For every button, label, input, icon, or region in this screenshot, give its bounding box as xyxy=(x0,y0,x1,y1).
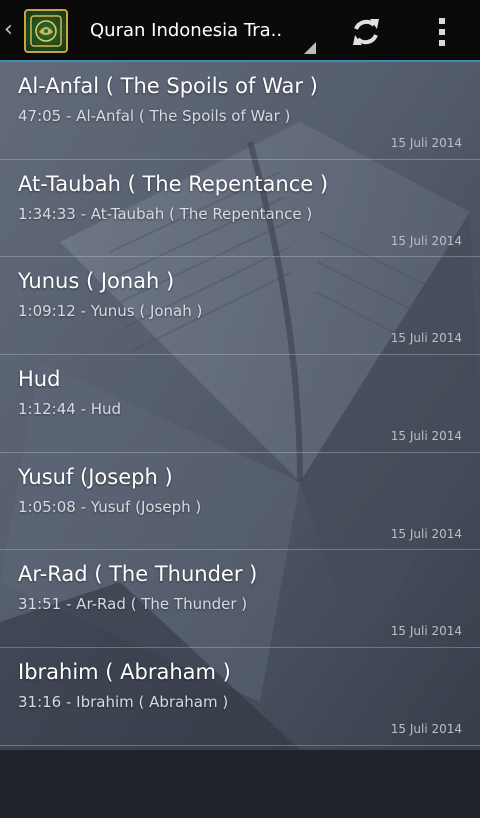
item-title: Ibrahim ( Abraham ) xyxy=(18,660,231,685)
list-item[interactable]: Yunus ( Jonah ) 1:09:12 - Yunus ( Jonah … xyxy=(0,257,480,356)
item-title: At-Taubah ( The Repentance ) xyxy=(18,171,329,196)
list-item[interactable]: Yusuf (Joseph ) 1:05:08 - Yusuf (Joseph … xyxy=(0,453,480,551)
refresh-icon xyxy=(353,19,379,45)
item-date: 15 Juli 2014 xyxy=(390,331,462,346)
spinner-triangle-icon xyxy=(304,42,316,54)
item-subtitle: 1:05:08 - Yusuf (Joseph ) xyxy=(18,497,202,516)
chapter-list: Al-Anfal ( The Spoils of War ) 47:05 - A… xyxy=(0,62,480,746)
overflow-menu-icon xyxy=(439,18,445,24)
app-title: Quran Indonesia Tra.. xyxy=(90,20,283,41)
item-date: 15 Juli 2014 xyxy=(390,136,462,150)
overflow-menu-button[interactable] xyxy=(424,10,460,54)
action-bar: ‹ Quran Indonesia Tra.. xyxy=(0,0,480,62)
bottom-empty-area xyxy=(0,750,480,818)
item-date: 15 Juli 2014 xyxy=(390,722,462,737)
list-item[interactable]: Hud 1:12:44 - Hud 15 Juli 2014 xyxy=(0,355,480,453)
item-subtitle: 47:05 - Al-Anfal ( The Spoils of War ) xyxy=(18,107,291,125)
list-item[interactable]: At-Taubah ( The Repentance ) 1:34:33 - A… xyxy=(0,160,480,258)
list-item[interactable]: Ar-Rad ( The Thunder ) 31:51 - Ar-Rad ( … xyxy=(0,550,480,649)
item-subtitle: 1:09:12 - Yunus ( Jonah ) xyxy=(18,302,203,321)
title-spinner[interactable]: Quran Indonesia Tra.. xyxy=(88,0,318,62)
overflow-dot xyxy=(439,40,445,46)
list-item[interactable]: Al-Anfal ( The Spoils of War ) 47:05 - A… xyxy=(0,62,480,160)
item-subtitle: 31:51 - Ar-Rad ( The Thunder ) xyxy=(18,595,248,614)
item-title: Hud xyxy=(18,367,61,392)
item-date: 15 Juli 2014 xyxy=(390,624,462,639)
item-date: 15 Juli 2014 xyxy=(390,429,462,444)
quran-app-icon[interactable] xyxy=(24,9,68,53)
overflow-dot xyxy=(439,29,445,35)
item-date: 15 Juli 2014 xyxy=(390,526,462,541)
item-title: Ar-Rad ( The Thunder ) xyxy=(18,562,258,587)
item-date: 15 Juli 2014 xyxy=(390,233,462,248)
list-container[interactable]: Al-Anfal ( The Spoils of War ) 47:05 - A… xyxy=(0,62,480,750)
app-screen: ‹ Quran Indonesia Tra.. Al-Anfal (The S… xyxy=(0,0,480,818)
item-title: Al-Anfal ( The Spoils of War ) xyxy=(18,74,318,98)
item-title: Yunus ( Jonah ) xyxy=(18,269,175,294)
item-subtitle: 1:12:44 - Hud xyxy=(18,400,122,419)
chevron-left-icon[interactable]: ‹ xyxy=(4,18,16,42)
refresh-button[interactable] xyxy=(344,10,388,54)
list-item[interactable]: Ibrahim ( Abraham ) 31:16 - Ibrahim ( Ab… xyxy=(0,648,480,746)
item-title: Yusuf (Joseph ) xyxy=(18,464,173,489)
item-subtitle: 1:34:33 - At-Taubah ( The Repentance ) xyxy=(18,204,313,223)
item-subtitle: 31:16 - Ibrahim ( Abraham ) xyxy=(18,693,229,712)
